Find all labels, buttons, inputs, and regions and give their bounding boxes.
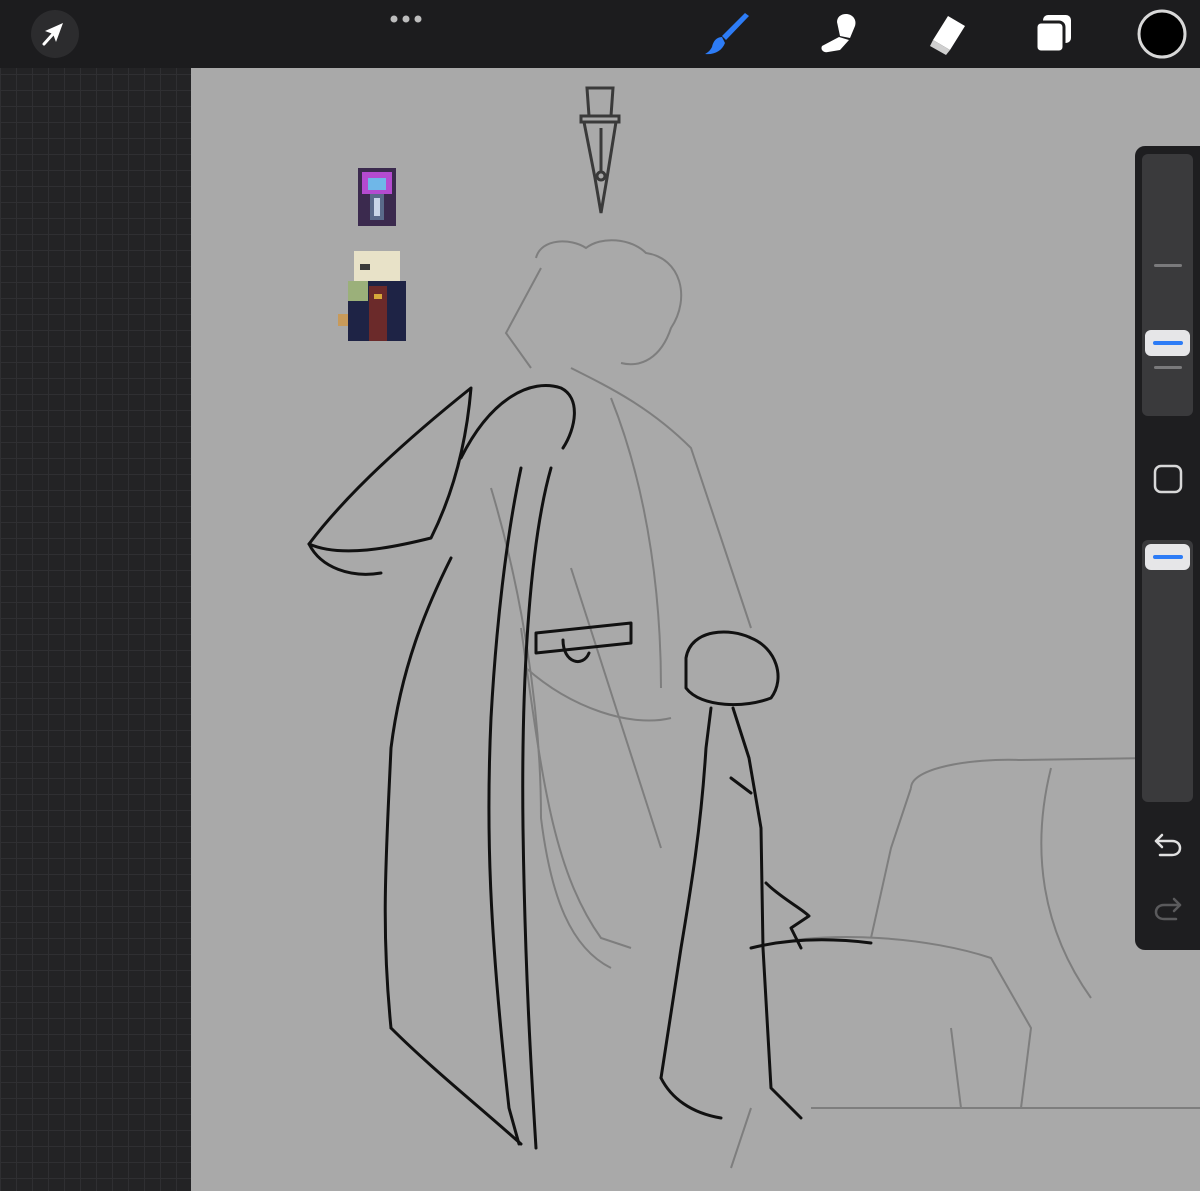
- undo-button[interactable]: [1149, 826, 1187, 864]
- ink-lines: [307, 384, 873, 1150]
- layers-icon: [1034, 15, 1071, 54]
- more-actions-button[interactable]: [385, 8, 427, 30]
- color-swatch: [1137, 9, 1187, 59]
- top-toolbar: [0, 0, 1200, 68]
- smudge-icon: [821, 14, 856, 53]
- brush-size-slider[interactable]: [1142, 154, 1193, 416]
- arrow-cursor-icon: [31, 10, 79, 58]
- pixel-crystal-sprite: [358, 168, 396, 226]
- brush-icon: [705, 13, 749, 55]
- eraser-tool-button[interactable]: [918, 10, 974, 58]
- smudge-tool-button[interactable]: [810, 10, 866, 58]
- modify-button[interactable]: [1149, 460, 1187, 498]
- opacity-slider[interactable]: [1142, 540, 1193, 802]
- redo-button[interactable]: [1149, 890, 1187, 928]
- dagger-sketch: [579, 86, 621, 214]
- drawing-canvas[interactable]: [191, 68, 1200, 1191]
- square-icon: [1153, 464, 1183, 494]
- sketch-artwork: [307, 86, 1200, 1169]
- slider-tick: [1154, 366, 1182, 369]
- handle-bar: [1152, 341, 1183, 345]
- transform-button[interactable]: [30, 10, 80, 58]
- undo-icon: [1154, 833, 1182, 857]
- slider-tick: [1154, 264, 1182, 267]
- construction-lines: [490, 239, 1200, 1169]
- brush-size-handle[interactable]: [1145, 330, 1190, 356]
- handle-bar: [1152, 555, 1183, 559]
- layers-button[interactable]: [1026, 10, 1082, 58]
- pixel-character-sprite: [338, 251, 406, 341]
- brush-tool-button[interactable]: [700, 10, 756, 58]
- color-button[interactable]: [1136, 8, 1188, 60]
- eraser-icon: [930, 16, 965, 55]
- more-dots-icon: [390, 15, 422, 23]
- workspace-grid: [0, 68, 191, 1191]
- tool-sidebar: [1135, 146, 1200, 950]
- redo-icon: [1154, 897, 1182, 921]
- opacity-handle[interactable]: [1145, 544, 1190, 570]
